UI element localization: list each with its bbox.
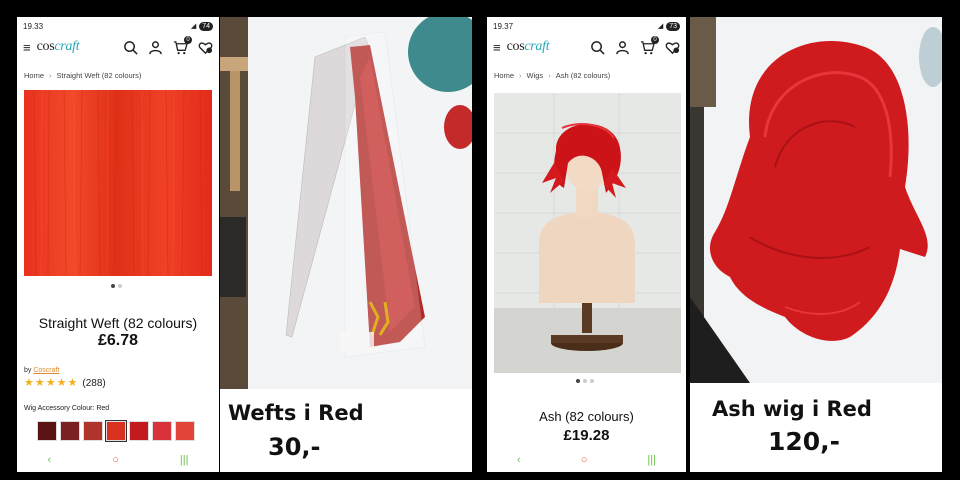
rating[interactable]: ★ ★ ★ ★ ★ (288) — [24, 377, 106, 390]
home-icon[interactable]: ○ — [112, 454, 119, 466]
colour-swatches — [37, 420, 195, 442]
site-logo[interactable]: coscraft — [507, 39, 550, 55]
search-icon[interactable] — [123, 40, 138, 55]
product-title: Ash (82 colours) — [539, 409, 634, 424]
chevron-right-icon: › — [548, 71, 551, 80]
photo-wefts — [220, 17, 472, 389]
status-time: 19.37 — [493, 21, 514, 31]
colour-swatch[interactable] — [129, 421, 149, 441]
status-bar: 19.37 ◢ 73 — [487, 17, 686, 35]
screenshot-straight-weft: 19.33 ◢ 74 ≡ coscraft 0 Home › Straight — [17, 17, 219, 472]
product-image-ash-wig[interactable] — [494, 93, 681, 373]
product-title: Straight Weft (82 colours) — [38, 315, 198, 331]
cart-button[interactable]: 0 — [640, 35, 659, 55]
account-icon[interactable] — [615, 40, 630, 55]
product-price: £6.78 — [97, 332, 139, 349]
caption-panel-wefts: Wefts i Red 30,- — [220, 389, 472, 472]
home-icon[interactable]: ○ — [581, 454, 588, 466]
breadcrumb-wigs[interactable]: Wigs — [527, 71, 544, 80]
colour-swatch[interactable] — [152, 421, 172, 441]
signal-icon: ◢ — [657, 23, 664, 30]
breadcrumb: Home › Straight Weft (82 colours) — [17, 59, 219, 86]
cart-count-badge: 0 — [184, 35, 192, 44]
photo-ash-wig — [690, 17, 942, 383]
colour-swatch[interactable] — [83, 421, 103, 441]
signal-icon: ◢ — [190, 23, 197, 30]
battery-icon: 73 — [666, 21, 680, 31]
caption-price: 30,- — [268, 433, 321, 461]
star-icon: ★ — [34, 377, 45, 389]
caption-title: Wefts i Red — [228, 401, 364, 425]
site-header: ≡ coscraft 0 — [17, 35, 219, 59]
back-icon[interactable]: ‹ — [517, 454, 521, 466]
brand-byline: by Coscraft — [24, 367, 60, 374]
status-bar: 19.33 ◢ 74 — [17, 17, 219, 35]
menu-icon[interactable]: ≡ — [493, 41, 501, 54]
status-time: 19.33 — [23, 21, 44, 31]
site-logo[interactable]: coscraft — [37, 39, 80, 55]
caption-price: 120,- — [768, 427, 841, 456]
breadcrumb-home[interactable]: Home — [494, 71, 514, 80]
colour-swatch[interactable] — [105, 420, 127, 442]
breadcrumb-current[interactable]: Ash (82 colours) — [556, 71, 611, 80]
cart-button[interactable]: 0 — [173, 35, 192, 55]
collage: 19.33 ◢ 74 ≡ coscraft 0 Home › Straight — [0, 0, 960, 480]
chevron-right-icon: › — [49, 71, 52, 80]
image-carousel-dots[interactable] — [576, 379, 594, 383]
colour-swatch[interactable] — [60, 421, 80, 441]
chevron-right-icon: › — [519, 71, 522, 80]
breadcrumb: Home › Wigs › Ash (82 colours) — [487, 59, 686, 86]
back-icon[interactable]: ‹ — [48, 454, 52, 466]
recents-icon[interactable]: ||| — [180, 454, 189, 466]
image-carousel-dots[interactable] — [111, 284, 122, 288]
breadcrumb-current[interactable]: Straight Weft (82 colours) — [57, 71, 142, 80]
recents-icon[interactable]: ||| — [647, 454, 656, 466]
battery-icon: 74 — [199, 21, 213, 31]
star-icon: ★ — [56, 377, 67, 389]
colour-label: Wig Accessory Colour: Red — [24, 405, 110, 412]
star-icon: ★ — [45, 377, 56, 389]
caption-panel-ash-wig: Ash wig i Red 120,- — [690, 383, 942, 472]
caption-title: Ash wig i Red — [712, 397, 872, 421]
account-icon[interactable] — [148, 40, 163, 55]
wishlist-icon[interactable] — [198, 40, 213, 55]
star-icon: ★ — [67, 377, 78, 389]
search-icon[interactable] — [590, 40, 605, 55]
review-count: (288) — [82, 378, 106, 389]
android-nav-bar: ‹ ○ ||| — [17, 454, 219, 466]
menu-icon[interactable]: ≡ — [23, 41, 31, 54]
product-image-weft[interactable] — [24, 90, 212, 276]
android-nav-bar: ‹ ○ ||| — [487, 454, 686, 466]
product-price: £19.28 — [563, 427, 610, 444]
colour-swatch[interactable] — [37, 421, 57, 441]
wishlist-icon[interactable] — [665, 40, 680, 55]
breadcrumb-home[interactable]: Home — [24, 71, 44, 80]
screenshot-ash-wig: 19.37 ◢ 73 ≡ coscraft 0 Home › Wigs › As… — [487, 17, 686, 472]
site-header: ≡ coscraft 0 — [487, 35, 686, 59]
colour-swatch[interactable] — [175, 421, 195, 441]
brand-link[interactable]: Coscraft — [33, 367, 59, 374]
star-icon: ★ — [24, 377, 34, 389]
cart-count-badge: 0 — [651, 35, 659, 44]
